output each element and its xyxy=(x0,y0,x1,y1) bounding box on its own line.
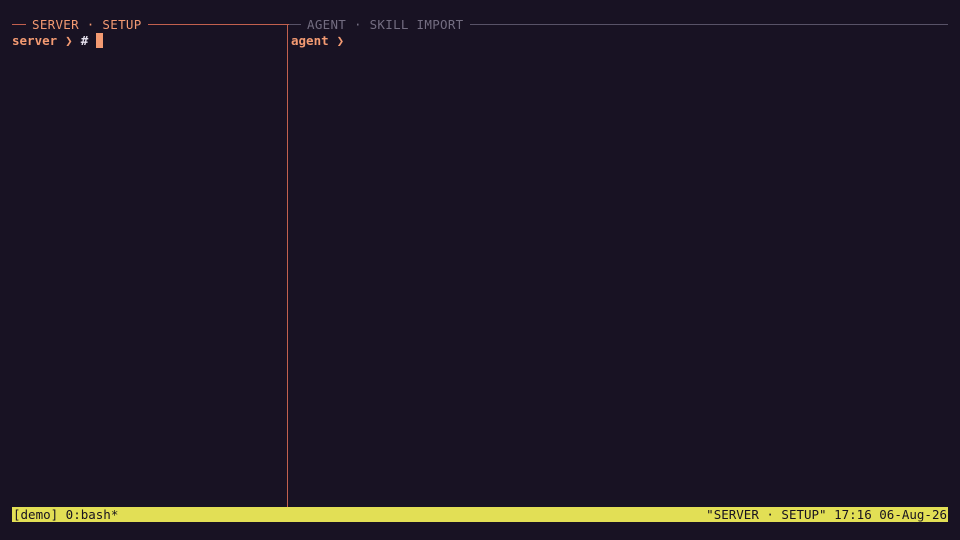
text-cursor xyxy=(96,32,104,48)
title-rule xyxy=(289,23,301,25)
prompt-symbol: # xyxy=(80,32,89,48)
session-window-list[interactable]: [demo] 0:bash* xyxy=(12,507,119,522)
left-pane-title-bar: SERVER · SETUP xyxy=(12,16,289,32)
right-pane-terminal[interactable]: agent ❯ xyxy=(291,32,344,48)
title-rule xyxy=(147,23,289,25)
prompt-arrow-icon: ❯ xyxy=(336,32,345,48)
title-rule xyxy=(469,23,948,25)
prompt-user: agent xyxy=(291,32,329,48)
title-rule xyxy=(12,23,26,25)
left-pane-terminal[interactable]: server ❯ # xyxy=(12,32,104,48)
left-pane-title: SERVER · SETUP xyxy=(32,16,142,32)
status-right-info: "SERVER · SETUP" 17:16 06-Aug-26 xyxy=(706,507,947,522)
right-pane-title-bar: AGENT · SKILL IMPORT xyxy=(289,16,948,32)
tmux-status-bar: [demo] 0:bash* "SERVER · SETUP" 17:16 06… xyxy=(12,507,948,522)
prompt-arrow-icon: ❯ xyxy=(65,32,73,48)
prompt-user: server xyxy=(12,32,58,48)
pane-divider[interactable] xyxy=(287,24,288,507)
right-pane-title: AGENT · SKILL IMPORT xyxy=(307,16,464,32)
